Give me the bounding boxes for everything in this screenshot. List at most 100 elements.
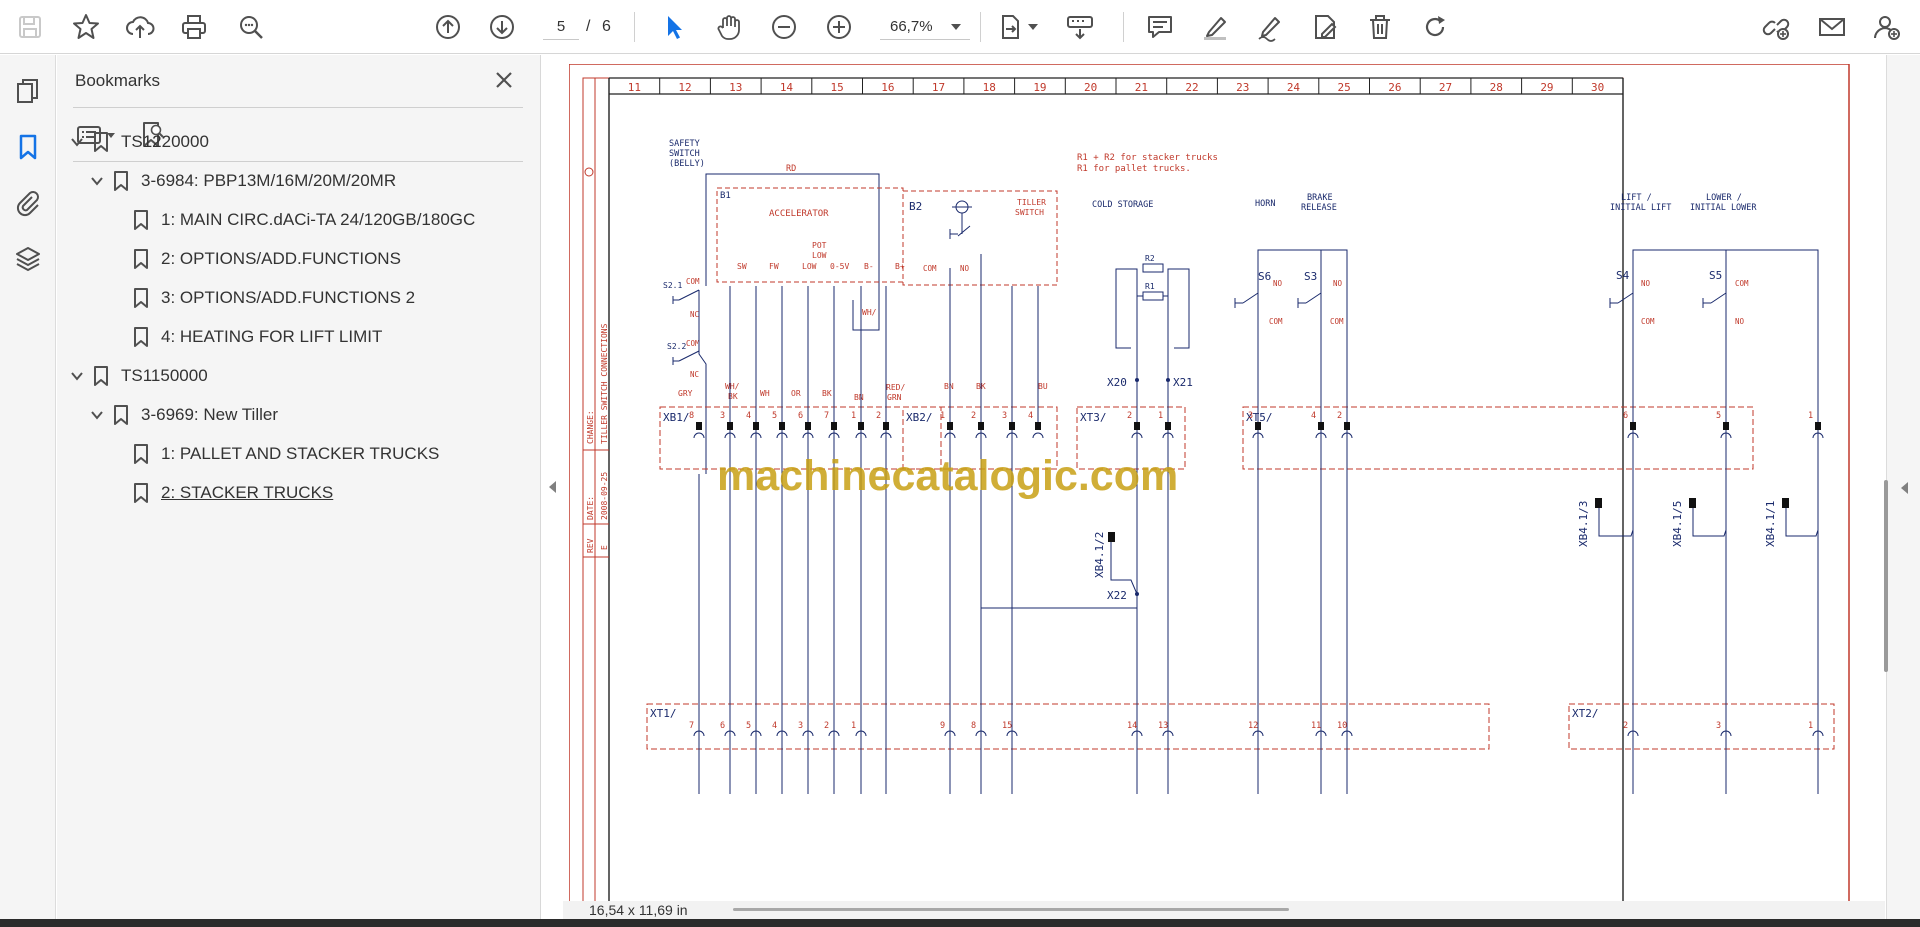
xb41-1-label: XB4.1/1 xyxy=(1764,501,1777,547)
pin-number: 1 xyxy=(1158,411,1163,421)
bookmark-label: 1: MAIN CIRC.dACi-TA 24/120GB/180GC xyxy=(161,210,476,229)
horn-label: HORN xyxy=(1255,199,1275,209)
keyboard-scroll-icon[interactable] xyxy=(1060,7,1100,47)
hand-icon[interactable] xyxy=(709,7,749,47)
wh-label: WH/ xyxy=(862,308,877,317)
status-bar: 16,54 x 11,69 in xyxy=(563,901,1885,919)
pin-number: 3 xyxy=(1002,411,1007,421)
find-zoom-icon[interactable] xyxy=(231,7,271,47)
page-separator: / xyxy=(586,18,591,35)
rotate-icon[interactable] xyxy=(1415,7,1455,47)
xb41-5-label: XB4.1/5 xyxy=(1671,501,1684,547)
bookmark-item[interactable]: 1: MAIN CIRC.dACi-TA 24/120GB/180GC xyxy=(107,204,475,236)
pin-number: 4 xyxy=(1311,411,1316,421)
layers-icon[interactable] xyxy=(8,239,48,279)
connector-pin: 1 xyxy=(1808,721,1824,737)
bookmark-label: TS1150000 xyxy=(121,366,208,385)
chevron-down-icon[interactable] xyxy=(67,366,87,386)
connector-pin: 1 xyxy=(851,721,867,737)
bookmark-item[interactable]: 2: STACKER TRUCKS xyxy=(107,477,333,509)
delete-icon[interactable] xyxy=(1360,7,1400,47)
connector-pin: 12 xyxy=(1248,721,1264,737)
connector-pin: 4 xyxy=(772,721,788,737)
page-fit-dropdown-icon[interactable] xyxy=(1028,24,1038,30)
horizontal-scrollbar[interactable] xyxy=(733,908,1289,911)
accelerator-label: ACCELERATOR xyxy=(769,209,829,219)
b2-label: B2 xyxy=(909,200,922,213)
bookmark-star-icon[interactable] xyxy=(66,7,106,47)
page-thumbnails-icon[interactable] xyxy=(8,71,48,111)
document-view[interactable]: 11 12 13 14 15 16 17 18 19 20 21 22 23 24 25 26 27 28 29 30… xyxy=(563,55,1885,901)
chevron-down-icon[interactable] xyxy=(67,132,87,152)
comment-icon[interactable] xyxy=(1140,7,1180,47)
connector-pin: 10 xyxy=(1337,721,1353,737)
bookmark-item[interactable]: 3: OPTIONS/ADD.FUNCTIONS 2 xyxy=(107,282,415,314)
connector-pin: 2 xyxy=(876,411,892,439)
bookmark-label: 3-6969: New Tiller xyxy=(141,405,279,424)
right-panel-strip xyxy=(1886,55,1920,919)
bookmark-item[interactable]: 2: OPTIONS/ADD.FUNCTIONS xyxy=(107,243,401,275)
zoom-dropdown-icon[interactable] xyxy=(951,24,961,30)
account-icon[interactable] xyxy=(1867,7,1907,47)
highlight-pen-icon[interactable] xyxy=(1195,7,1235,47)
share-link-icon[interactable] xyxy=(1756,7,1796,47)
pin-number: 8 xyxy=(971,721,976,731)
bookmark-icon xyxy=(131,248,151,270)
connector-pin: 4 xyxy=(1311,411,1327,439)
select-cursor-icon[interactable] xyxy=(654,7,694,47)
bookmark-item[interactable]: 4: HEATING FOR LIFT LIMIT xyxy=(107,321,382,353)
page-fit-icon[interactable] xyxy=(990,7,1030,47)
bookmark-label: 2: OPTIONS/ADD.FUNCTIONS xyxy=(161,249,401,268)
bookmarks-panel-icon[interactable] xyxy=(8,127,48,167)
chevron-down-icon[interactable] xyxy=(87,171,107,191)
save-icon[interactable] xyxy=(10,7,50,47)
print-icon[interactable] xyxy=(174,7,214,47)
pin-number: 3 xyxy=(720,411,725,421)
connector-pin: 2 xyxy=(1337,411,1353,439)
email-icon[interactable] xyxy=(1812,7,1852,47)
initial-lower-label: INITIAL LOWER xyxy=(1690,203,1757,213)
xb41-3-label: XB4.1/3 xyxy=(1577,501,1590,547)
grid-number: 11 xyxy=(628,81,641,94)
grid-number: 22 xyxy=(1185,81,1198,94)
connector-pin: 1 xyxy=(1808,411,1824,439)
bookmark-label: 3-6984: PBP13M/16M/20M/20MR xyxy=(141,171,397,190)
bookmark-item[interactable]: 1: PALLET AND STACKER TRUCKS xyxy=(107,438,439,470)
r2-label: R2 xyxy=(1145,254,1155,263)
toolbar-divider xyxy=(634,12,635,42)
upload-icon[interactable] xyxy=(120,7,160,47)
xb1-wire-red: RED/ xyxy=(886,383,905,392)
bookmark-item[interactable]: 3-6984: PBP13M/16M/20M/20MR xyxy=(87,165,396,197)
xb2-wire-bn: BN xyxy=(944,382,954,391)
grid-number: 13 xyxy=(729,81,742,94)
chevron-down-icon[interactable] xyxy=(87,405,107,425)
bookmark-item[interactable]: TS1150000 xyxy=(67,360,208,392)
pot-low-label: LOW xyxy=(812,251,827,260)
xb2-wire-bu: BU xyxy=(1038,382,1048,391)
xt3-label: XT3/ xyxy=(1080,411,1107,424)
bookmark-item[interactable]: TS1220000 xyxy=(67,126,209,158)
sign-pen-icon[interactable] xyxy=(1250,7,1290,47)
x21-label: X21 xyxy=(1173,376,1193,389)
vertical-scrollbar[interactable] xyxy=(1884,480,1888,672)
page-number-input[interactable] xyxy=(543,14,579,40)
bookmark-item[interactable]: 3-6969: New Tiller xyxy=(87,399,278,431)
grid-number: 20 xyxy=(1084,81,1097,94)
bookmark-icon xyxy=(131,326,151,348)
next-page-icon[interactable] xyxy=(482,7,522,47)
pin-number: 2 xyxy=(971,411,976,421)
xb1-label: XB1/ xyxy=(663,411,690,424)
edit-stamp-icon[interactable] xyxy=(1305,7,1345,47)
zoom-in-icon[interactable] xyxy=(819,7,859,47)
collapse-panel-icon[interactable] xyxy=(546,478,558,496)
bookmark-icon xyxy=(91,131,111,153)
safety-label-3: (BELLY) xyxy=(669,159,705,169)
zoom-out-icon[interactable] xyxy=(764,7,804,47)
expand-right-panel-icon[interactable] xyxy=(1898,479,1910,497)
attachments-icon[interactable] xyxy=(8,183,48,223)
close-icon[interactable] xyxy=(489,65,519,95)
prev-page-icon[interactable] xyxy=(428,7,468,47)
b1-pin-bminus: B- xyxy=(864,262,874,271)
